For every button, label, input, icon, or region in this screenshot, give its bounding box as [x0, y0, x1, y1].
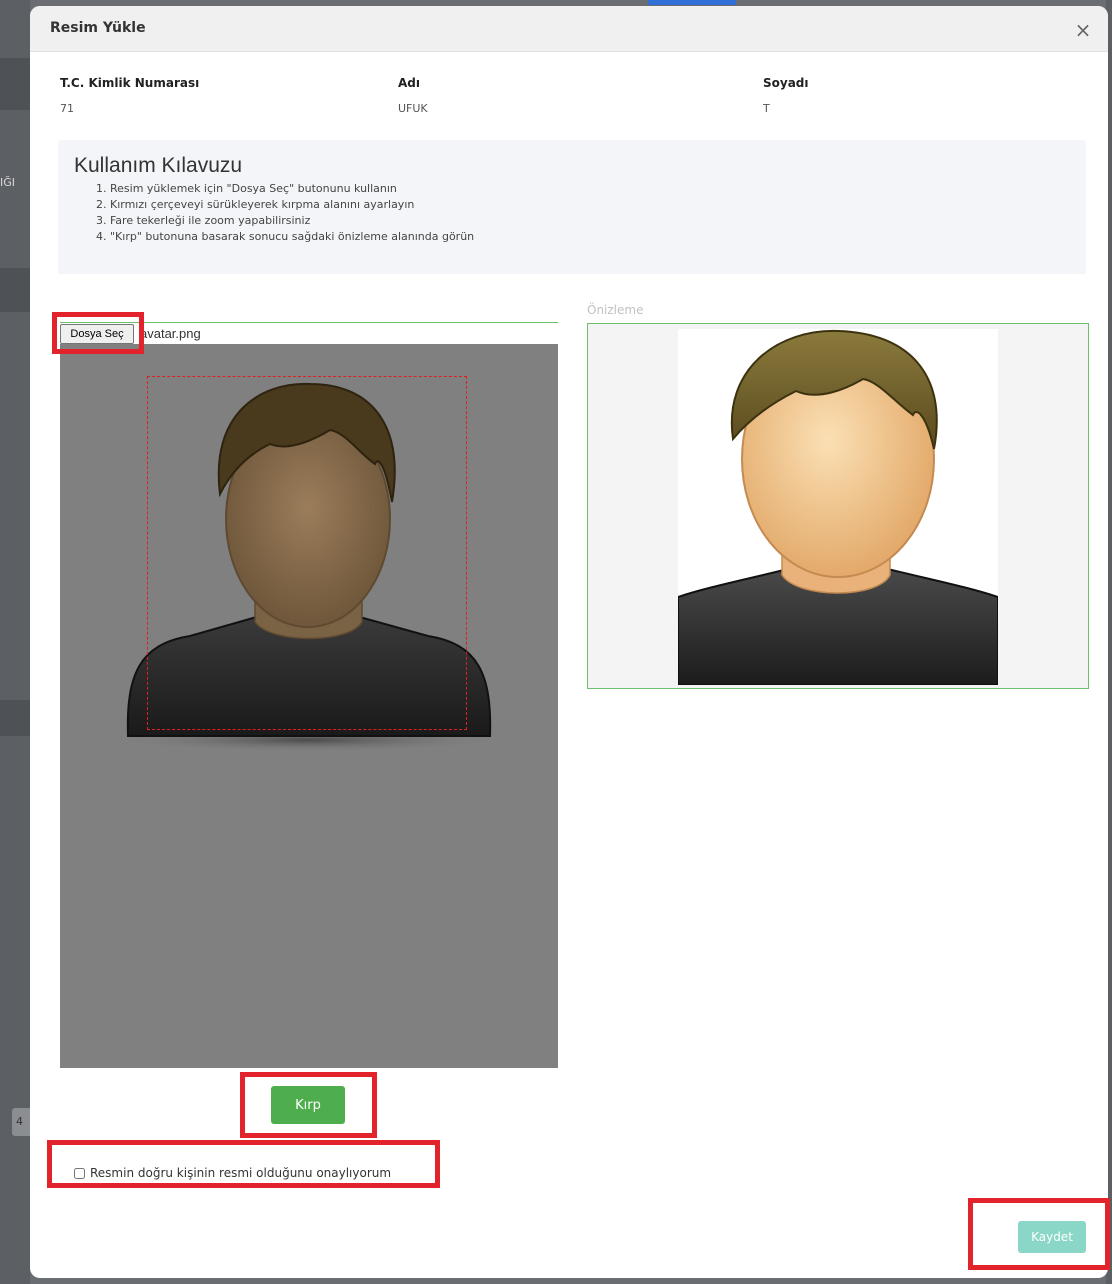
tc-label: T.C. Kimlik Numarası	[60, 76, 200, 90]
avatar-preview-image	[678, 329, 998, 685]
guide-step: 1. Resim yüklemek için "Dosya Seç" buton…	[96, 182, 397, 195]
name-label: Adı	[398, 76, 420, 90]
confirm-label: Resmin doğru kişinin resmi olduğunu onay…	[90, 1166, 392, 1180]
modal-header: Resim Yükle ×	[30, 6, 1108, 52]
background-chip: 4	[12, 1108, 30, 1136]
surname-value: T	[763, 102, 770, 115]
background-active-tab	[648, 0, 736, 5]
crop-canvas[interactable]	[60, 344, 558, 1068]
name-value: UFUK	[398, 102, 428, 115]
close-icon[interactable]: ×	[1068, 15, 1098, 45]
upload-image-modal: Resim Yükle × T.C. Kimlik Numarası 71 Ad…	[30, 6, 1108, 1278]
crop-frame[interactable]	[147, 376, 467, 730]
guide-steps: 1. Resim yüklemek için "Dosya Seç" buton…	[96, 181, 474, 245]
surname-label: Soyadı	[763, 76, 809, 90]
choose-file-button[interactable]: Dosya Seç	[60, 324, 134, 344]
crop-button[interactable]: Kırp	[271, 1086, 345, 1124]
confirm-checkbox[interactable]	[74, 1168, 85, 1179]
modal-title: Resim Yükle	[50, 20, 146, 36]
guide-step: 2. Kırmızı çerçeveyi sürükleyerek kırpma…	[96, 198, 415, 211]
preview-label: Önizleme	[587, 303, 644, 317]
guide-step: 4. "Kırp" butonuna basarak sonucu sağdak…	[96, 230, 475, 243]
guide-title: Kullanım Kılavuzu	[74, 154, 243, 177]
guide-step: 3. Fare tekerleği ile zoom yapabilirsini…	[96, 214, 311, 227]
usage-guide: Kullanım Kılavuzu 1. Resim yüklemek için…	[58, 140, 1086, 274]
background-sidebar	[0, 0, 30, 1284]
background-text: IĞI	[0, 176, 16, 189]
file-name: avatar.png	[140, 326, 201, 341]
upload-divider	[60, 322, 558, 323]
preview-image	[678, 329, 998, 685]
preview-panel	[587, 323, 1089, 689]
save-button[interactable]: Kaydet	[1018, 1221, 1086, 1253]
tc-value: 71	[60, 102, 74, 115]
